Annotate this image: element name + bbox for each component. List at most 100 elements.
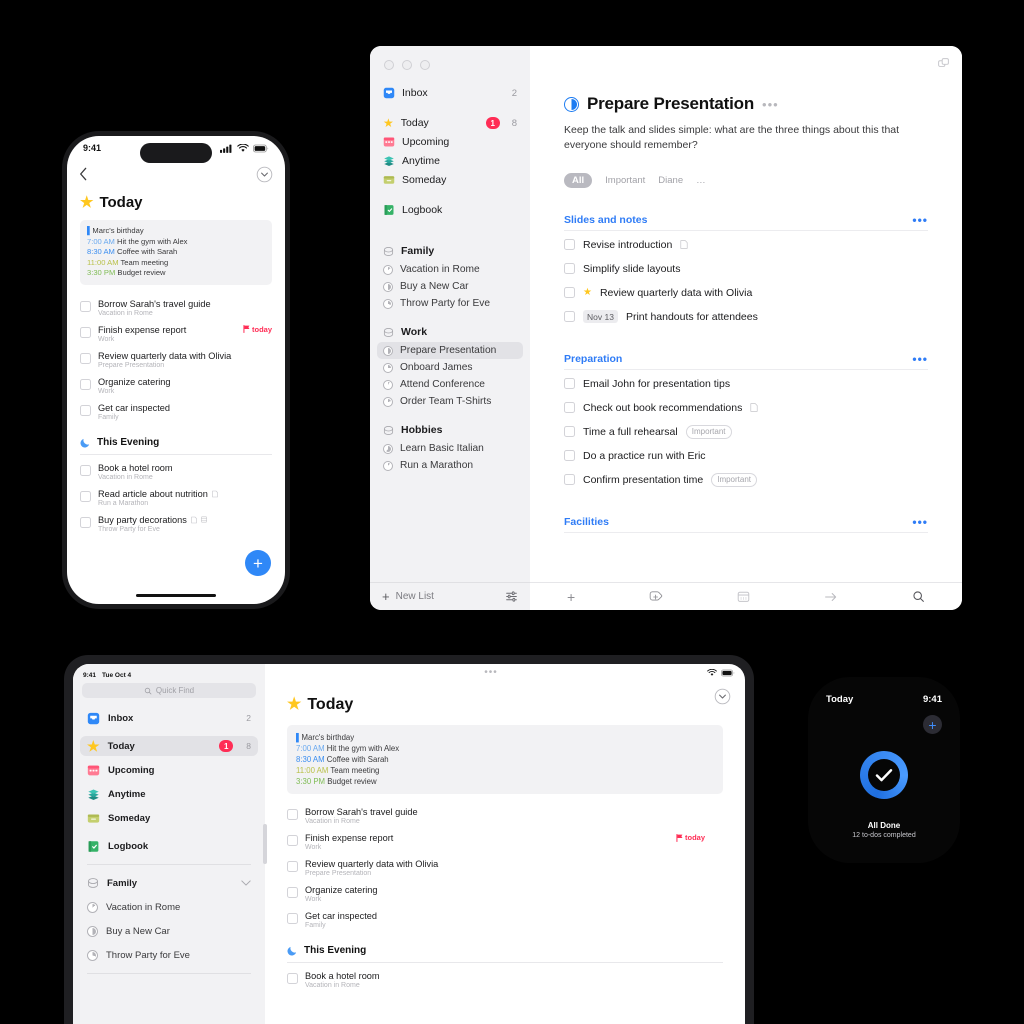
todo-item[interactable]: Finish expense report Work today: [80, 325, 272, 343]
checkbox[interactable]: [564, 287, 575, 298]
sidebar-project-attend-conference[interactable]: Attend Conference: [377, 376, 523, 393]
new-list-button[interactable]: New List: [396, 591, 434, 602]
sidebar-project-vacation-in-rome[interactable]: Vacation in Rome: [80, 897, 258, 917]
agenda-card[interactable]: ▌Marc's birthday 7:00 AM Hit the gym wit…: [287, 725, 723, 794]
todo-item[interactable]: Organize catering Work: [80, 377, 272, 395]
chevron-down-circle-icon[interactable]: [256, 166, 273, 183]
task-tag[interactable]: Important: [711, 472, 758, 487]
checkbox[interactable]: [80, 464, 91, 476]
todo-item[interactable]: Borrow Sarah's travel guide Vacation in …: [287, 807, 723, 825]
add-todo-fab[interactable]: +: [245, 550, 271, 576]
todo-item[interactable]: Finish expense report Work today: [287, 833, 723, 851]
multitask-handle-icon[interactable]: •••: [484, 668, 498, 678]
checkbox[interactable]: [287, 973, 298, 984]
sidebar-item-today[interactable]: ★ Today 1 8: [377, 114, 523, 132]
project-note[interactable]: Keep the talk and slides simple: what ar…: [564, 123, 914, 153]
sidebar-project-run-a-marathon[interactable]: Run a Marathon: [377, 457, 523, 474]
checkbox[interactable]: [287, 913, 298, 924]
sidebar-project-learn-basic-italian[interactable]: Learn Basic Italian: [377, 440, 523, 457]
task-row[interactable]: ★ Review quarterly data with Olivia: [564, 282, 928, 303]
new-to-do-button[interactable]: +: [567, 590, 575, 604]
search-button[interactable]: [912, 590, 925, 603]
checkbox[interactable]: [287, 887, 298, 898]
window-traffic-lights[interactable]: [370, 46, 530, 70]
sidebar-item-logbook[interactable]: Logbook: [80, 836, 258, 856]
todo-item[interactable]: Book a hotel room Vacation in Rome: [80, 463, 272, 481]
quick-find-search[interactable]: Quick Find: [82, 683, 256, 698]
task-row[interactable]: Simplify slide layouts: [564, 258, 928, 279]
ipad-more-button[interactable]: [714, 688, 731, 710]
todo-item[interactable]: Book a hotel room Vacation in Rome: [287, 971, 723, 989]
sidebar-group-family[interactable]: Family: [80, 873, 258, 893]
checkbox[interactable]: [80, 352, 91, 364]
sliders-icon[interactable]: [505, 590, 518, 603]
todo-item[interactable]: Review quarterly data with Olivia Prepar…: [287, 859, 723, 877]
sidebar-group-hobbies[interactable]: Hobbies: [383, 421, 517, 439]
sidebar-group-work[interactable]: Work: [383, 323, 517, 341]
task-row[interactable]: Revise introduction: [564, 234, 928, 255]
duplicate-windows-button[interactable]: [937, 57, 950, 75]
sidebar-project-order-team-t-shirts[interactable]: Order Team T-Shirts: [377, 393, 523, 410]
checkbox[interactable]: [564, 426, 575, 437]
chevron-down-icon[interactable]: [241, 879, 251, 887]
sidebar-item-today[interactable]: ★ Today 1 8: [80, 736, 258, 756]
sidebar-project-throw-party-for-eve[interactable]: Throw Party for Eve: [377, 295, 523, 312]
checkbox[interactable]: [564, 402, 575, 413]
when-calendar-button[interactable]: [737, 590, 750, 603]
checkbox[interactable]: [564, 239, 575, 250]
checkbox[interactable]: [564, 474, 575, 485]
checkbox[interactable]: [564, 263, 575, 274]
filter-chip-important[interactable]: Important: [605, 175, 645, 186]
task-row[interactable]: Confirm presentation time Important: [564, 469, 928, 490]
chevron-left-icon[interactable]: [79, 167, 88, 181]
sidebar-item-upcoming[interactable]: Upcoming: [377, 133, 523, 151]
move-arrow-button[interactable]: [824, 591, 838, 603]
sidebar-project-throw-party-for-eve[interactable]: Throw Party for Eve: [80, 945, 258, 965]
checkbox[interactable]: [564, 378, 575, 389]
sidebar-item-someday[interactable]: Someday: [80, 808, 258, 828]
todo-item[interactable]: Get car inspected Family: [287, 911, 723, 929]
task-row[interactable]: Do a practice run with Eric: [564, 445, 928, 466]
checkbox[interactable]: [80, 490, 91, 502]
checkbox[interactable]: [287, 835, 298, 846]
checkbox[interactable]: [80, 300, 91, 312]
task-row[interactable]: Check out book recommendations: [564, 397, 928, 418]
ellipsis-icon[interactable]: •••: [912, 214, 928, 226]
checkbox[interactable]: [80, 378, 91, 390]
checkbox[interactable]: [80, 516, 91, 528]
todo-item[interactable]: Organize catering Work: [287, 885, 723, 903]
checkbox[interactable]: [287, 809, 298, 820]
sidebar-item-anytime[interactable]: Anytime: [377, 152, 523, 170]
filter-chip-diane[interactable]: Diane: [658, 175, 683, 186]
todo-item[interactable]: Get car inspected Family: [80, 403, 272, 421]
todo-item[interactable]: Review quarterly data with Olivia Prepar…: [80, 351, 272, 369]
watch-add-button[interactable]: +: [923, 715, 942, 734]
todo-item[interactable]: Buy party decorations Throw Party for Ev…: [80, 515, 272, 533]
task-row[interactable]: Time a full rehearsal Important: [564, 421, 928, 442]
checkbox[interactable]: [287, 861, 298, 872]
checkbox[interactable]: [80, 326, 91, 338]
sidebar-project-buy-a-new-car[interactable]: Buy a New Car: [377, 278, 523, 295]
sidebar-project-onboard-james[interactable]: Onboard James: [377, 359, 523, 376]
sidebar-item-logbook[interactable]: Logbook: [377, 201, 523, 219]
filter-chip-more-icon[interactable]: …: [696, 175, 706, 186]
sidebar-project-prepare-presentation[interactable]: Prepare Presentation: [377, 342, 523, 359]
plus-icon[interactable]: +: [382, 590, 390, 603]
checkbox[interactable]: [564, 450, 575, 461]
ellipsis-icon[interactable]: •••: [912, 353, 928, 365]
minimize-button[interactable]: [402, 60, 412, 70]
sidebar-item-someday[interactable]: Someday: [377, 171, 523, 189]
zoom-button[interactable]: [420, 60, 430, 70]
checkbox[interactable]: [80, 404, 91, 416]
close-button[interactable]: [384, 60, 394, 70]
ellipsis-icon[interactable]: •••: [762, 98, 779, 111]
sidebar-group-family[interactable]: Family: [383, 242, 517, 260]
sidebar-project-vacation-in-rome[interactable]: Vacation in Rome: [377, 261, 523, 278]
task-tag[interactable]: Important: [685, 424, 732, 439]
todo-item[interactable]: Read article about nutrition Run a Marat…: [80, 489, 272, 507]
sidebar-item-anytime[interactable]: Anytime: [80, 784, 258, 804]
new-project-button[interactable]: [649, 590, 663, 604]
task-row[interactable]: Nov 13 Print handouts for attendees: [564, 306, 928, 327]
agenda-card[interactable]: ▌Marc's birthday 7:00 AM Hit the gym wit…: [80, 220, 272, 285]
task-row[interactable]: Email John for presentation tips: [564, 373, 928, 394]
